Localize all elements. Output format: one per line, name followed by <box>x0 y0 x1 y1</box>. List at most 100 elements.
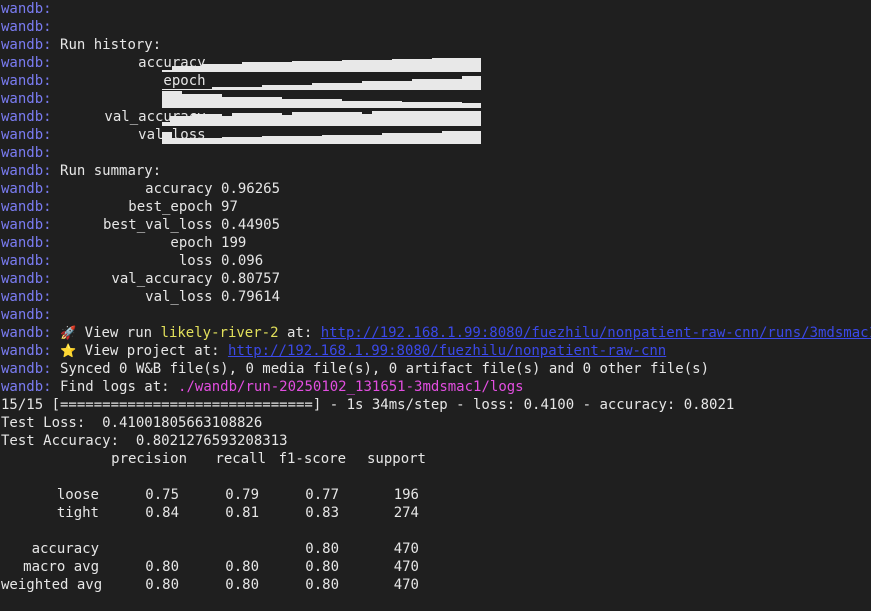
report-f1: 0.77 <box>305 487 339 503</box>
report-header: recall <box>215 451 266 467</box>
wandb-prefix: wandb: <box>1 199 52 215</box>
project-url-link[interactable]: http://192.168.1.99:8080/fuezhilu/nonpat… <box>228 343 666 359</box>
summary-value: 199 <box>221 235 247 251</box>
summary-key: best_epoch <box>128 199 213 215</box>
wandb-blank-line: wandb: <box>0 0 871 18</box>
report-support: 470 <box>393 577 419 593</box>
view-project-label: View project at: <box>84 343 220 359</box>
summary-value: 0.96265 <box>221 181 281 197</box>
report-recall: 0.81 <box>225 505 259 521</box>
wandb-prefix: wandb: <box>1 325 52 341</box>
report-row: weighted avg 0.80 0.80 0.80 470 <box>0 576 871 594</box>
wandb-blank-line: wandb: <box>0 144 871 162</box>
wandb-prefix: wandb: <box>1 55 52 71</box>
report-label: tight <box>56 505 99 521</box>
run-url-link[interactable]: http://192.168.1.99:8080/fuezhilu/nonpat… <box>321 325 871 341</box>
summary-key: accuracy <box>145 181 213 197</box>
report-blank-line <box>0 468 871 486</box>
report-support: 470 <box>393 541 419 557</box>
report-precision: 0.75 <box>145 487 179 503</box>
report-f1: 0.80 <box>305 577 339 593</box>
wandb-prefix: wandb: <box>1 271 52 287</box>
summary-value: 97 <box>221 199 238 215</box>
wandb-prefix: wandb: <box>1 19 52 35</box>
wandb-prefix: wandb: <box>1 253 52 269</box>
sparkline-epoch <box>162 72 481 90</box>
wandb-blank-line: wandb: <box>0 306 871 324</box>
wandb-prefix: wandb: <box>1 289 52 305</box>
report-support: 274 <box>393 505 419 521</box>
report-header-row: precision recall f1-score support <box>0 450 871 468</box>
report-recall: 0.80 <box>225 577 259 593</box>
summary-key: best_val_loss <box>103 217 213 233</box>
find-logs-line: wandb: Find logs at: ./wandb/run-2025010… <box>0 378 871 396</box>
sparkline-accuracy <box>162 54 481 72</box>
wandb-prefix: wandb: <box>1 73 52 89</box>
report-header: f1-score <box>278 451 346 467</box>
report-f1: 0.80 <box>305 559 339 575</box>
wandb-prefix: wandb: <box>1 361 52 377</box>
report-recall: 0.79 <box>225 487 259 503</box>
wandb-prefix: wandb: <box>1 217 52 233</box>
report-label: weighted avg <box>1 577 103 593</box>
summary-key: val_accuracy <box>111 271 213 287</box>
summary-value: 0.096 <box>221 253 264 269</box>
summary-row: wandb: val_loss 0.79614 <box>0 288 871 306</box>
report-support: 196 <box>393 487 419 503</box>
summary-row: wandb: best_val_loss 0.44905 <box>0 216 871 234</box>
run-history-header: wandb: Run history: <box>0 36 871 54</box>
progress-line: 15/15 [==============================] -… <box>1 397 735 413</box>
test-accuracy-line: Test Accuracy: 0.8021276593208313 <box>1 433 288 449</box>
report-blank-line <box>0 522 871 540</box>
synced-line: wandb: Synced 0 W&B file(s), 0 media fil… <box>0 360 871 378</box>
wandb-prefix: wandb: <box>1 37 52 53</box>
summary-value: 0.44905 <box>221 217 281 233</box>
wandb-prefix: wandb: <box>1 145 52 161</box>
wandb-prefix: wandb: <box>1 343 52 359</box>
report-f1: 0.83 <box>305 505 339 521</box>
report-label: macro avg <box>23 559 99 575</box>
report-label: loose <box>56 487 99 503</box>
wandb-blank-line: wandb: <box>0 18 871 36</box>
view-run-at: at: <box>286 325 313 341</box>
sparkline-val-loss <box>162 126 481 144</box>
report-row: tight 0.84 0.81 0.83 274 <box>0 504 871 522</box>
report-support: 470 <box>393 559 419 575</box>
rocket-icon: 🚀 <box>60 326 77 341</box>
summary-row: wandb: loss 0.096 <box>0 252 871 270</box>
wandb-prefix: wandb: <box>1 235 52 251</box>
wandb-prefix: wandb: <box>1 91 52 107</box>
wandb-prefix: wandb: <box>1 307 52 323</box>
summary-value: 0.79614 <box>221 289 281 305</box>
view-run-label: View run <box>84 325 153 341</box>
report-precision: 0.80 <box>145 559 179 575</box>
report-row: accuracy 0.80 470 <box>0 540 871 558</box>
summary-row: wandb: accuracy 0.96265 <box>0 180 871 198</box>
star-icon: ⭐ <box>60 344 77 359</box>
wandb-prefix: wandb: <box>1 127 52 143</box>
history-row-epoch: wandb: epoch <box>0 72 871 90</box>
logs-path[interactable]: ./wandb/run-20250102_131651-3mdsmac1/log… <box>178 379 524 395</box>
wandb-prefix: wandb: <box>1 379 52 395</box>
summary-key: loss <box>178 253 213 269</box>
report-recall: 0.80 <box>225 559 259 575</box>
wandb-prefix: wandb: <box>1 109 52 125</box>
find-logs-label: Find logs at: <box>60 379 170 395</box>
view-project-line: wandb: ⭐ View project at: http://192.168… <box>0 342 871 360</box>
report-row: macro avg 0.80 0.80 0.80 470 <box>0 558 871 576</box>
report-row: loose 0.75 0.79 0.77 196 <box>0 486 871 504</box>
run-summary-header: wandb: Run summary: <box>0 162 871 180</box>
wandb-prefix: wandb: <box>1 1 52 17</box>
summary-row: wandb: val_accuracy 0.80757 <box>0 270 871 288</box>
history-row-val-accuracy: wandb: val_accuracy <box>0 108 871 126</box>
summary-row: wandb: epoch 199 <box>0 234 871 252</box>
sparkline-val-accuracy <box>162 108 481 126</box>
view-run-line: wandb: 🚀 View run likely-river-2 at: htt… <box>0 324 871 342</box>
report-precision: 0.80 <box>145 577 179 593</box>
summary-value: 0.80757 <box>221 271 281 287</box>
test-loss-line: Test Loss: 0.41001805663108826 <box>1 415 263 431</box>
summary-row: wandb: best_epoch 97 <box>0 198 871 216</box>
run-summary-title: Run summary: <box>60 163 162 179</box>
wandb-prefix: wandb: <box>1 163 52 179</box>
terminal-output: wandb: wandb: wandb: Run history: wandb:… <box>0 0 871 594</box>
